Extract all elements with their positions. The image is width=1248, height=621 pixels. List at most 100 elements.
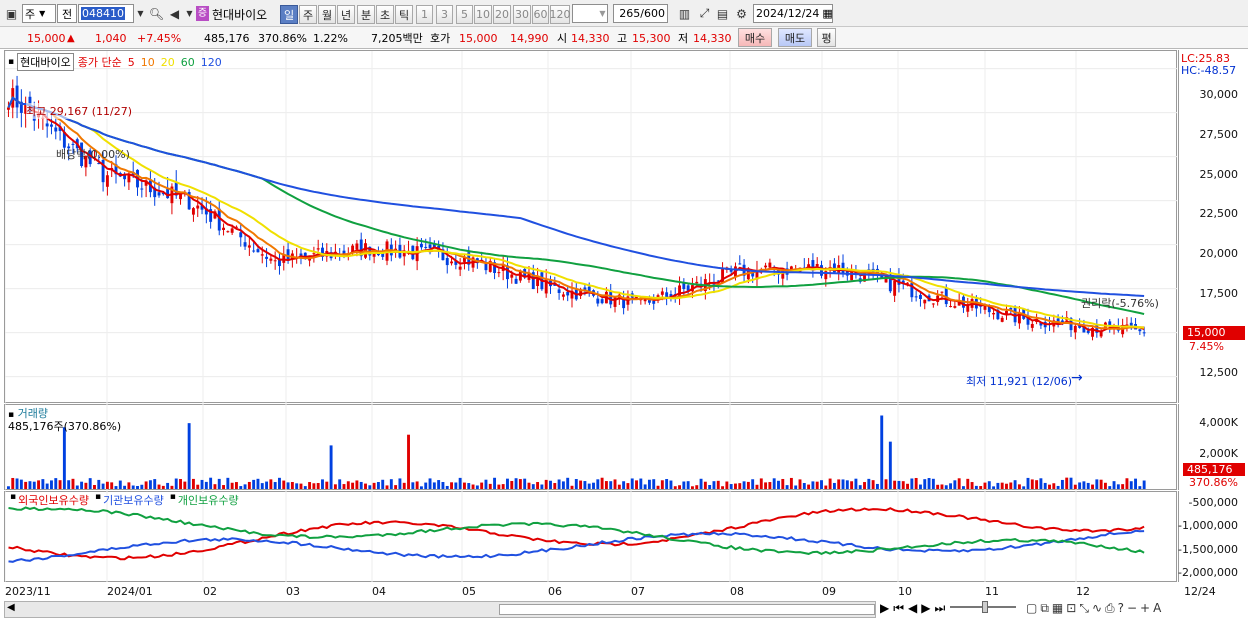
volume-bar bbox=[858, 485, 862, 489]
window-menu-icon[interactable]: ▣ bbox=[3, 4, 20, 23]
layout-icon[interactable]: ▢ bbox=[1026, 601, 1040, 615]
period-tab-1[interactable]: 주 bbox=[299, 5, 317, 24]
compare-icon[interactable]: ⧉ bbox=[1040, 601, 1052, 615]
volume-bar bbox=[553, 483, 557, 489]
calendar-icon[interactable]: ▦ bbox=[822, 7, 832, 20]
candle-type-icon[interactable]: ▥ bbox=[676, 4, 693, 23]
period-tab-5[interactable]: 초 bbox=[376, 5, 394, 24]
interval-button-10[interactable]: 10 bbox=[474, 5, 492, 24]
sell-button[interactable]: 매도 bbox=[778, 28, 812, 47]
volume-bar bbox=[1039, 478, 1043, 489]
draw-tool-icon[interactable]: ⤢ bbox=[696, 4, 713, 23]
period-tab-2[interactable]: 월 bbox=[318, 5, 336, 24]
interval-button-3[interactable]: 3 bbox=[436, 5, 453, 24]
holding-axis[interactable]: -500,000 -1,000,000 -1,500,000 -2,000,00… bbox=[1178, 491, 1248, 582]
volume-bar bbox=[290, 482, 294, 489]
scroll-left-icon[interactable]: ◀ bbox=[7, 602, 15, 613]
period-tab-0[interactable]: 일 bbox=[280, 5, 298, 24]
candle-body bbox=[893, 280, 897, 296]
zoom-in-icon[interactable]: + bbox=[1140, 601, 1153, 615]
volume-bar bbox=[992, 486, 996, 489]
settings-gear-icon[interactable]: ⚙ bbox=[733, 4, 750, 23]
volume-tick: 4,000K bbox=[1199, 416, 1238, 429]
dividend-note: 배당락(0.00%) bbox=[56, 148, 130, 161]
interval-button-20[interactable]: 20 bbox=[493, 5, 511, 24]
volume-bar bbox=[824, 485, 828, 489]
candle-body bbox=[609, 291, 613, 305]
volume-bar bbox=[789, 477, 793, 489]
buy-button[interactable]: 매수 bbox=[738, 28, 772, 47]
save-icon[interactable]: ▤ bbox=[714, 4, 731, 23]
zoom-out-icon[interactable]: − bbox=[1127, 601, 1140, 615]
interval-button-5[interactable]: 5 bbox=[456, 5, 473, 24]
pattern-icon[interactable]: ∿ bbox=[1092, 601, 1105, 615]
search-icon[interactable]: 🔍︎ bbox=[148, 4, 165, 23]
volume-bar bbox=[153, 479, 157, 489]
volume-bar bbox=[716, 480, 720, 489]
stock-badge: 증 bbox=[196, 6, 209, 21]
grid-icon[interactable]: ▦ bbox=[1052, 601, 1066, 615]
lock-icon[interactable]: ⊡ bbox=[1066, 601, 1079, 615]
text-tool-icon[interactable]: A bbox=[1153, 601, 1164, 615]
data-count-field[interactable]: 265/600 bbox=[613, 4, 668, 23]
interval-button-1[interactable]: 1 bbox=[416, 5, 433, 24]
holding-line-1 bbox=[8, 529, 1145, 563]
stock-code-input[interactable]: 048410 bbox=[78, 4, 134, 23]
chart-scrollbar[interactable]: ◀ bbox=[4, 601, 876, 618]
all-button[interactable]: 전 bbox=[57, 4, 77, 23]
holding-legend: ▪ 외국인보유수량 ▪ 기관보유수량 ▪ 개인보유수량 bbox=[8, 492, 243, 508]
volume-bar bbox=[639, 478, 643, 489]
interval-dropdown-icon[interactable]: ▼ bbox=[594, 4, 611, 23]
period-tab-4[interactable]: 분 bbox=[357, 5, 375, 24]
print-icon[interactable]: ⎙ bbox=[1105, 601, 1118, 615]
volume-axis[interactable]: 4,000K 2,000K 485,176 370.86% bbox=[1178, 404, 1248, 490]
price-axis[interactable]: LC:25.83 HC:-48.57 30,000 27,500 25,000 … bbox=[1178, 50, 1248, 403]
volume-bar bbox=[1082, 481, 1086, 489]
volume-bar bbox=[230, 482, 234, 489]
scroll-right-icon[interactable]: ▶ bbox=[880, 601, 893, 615]
volume-bar bbox=[389, 479, 393, 489]
candle-body bbox=[1138, 329, 1142, 332]
current-price: 15,000 bbox=[27, 31, 66, 45]
scroll-thumb[interactable] bbox=[499, 604, 875, 615]
candle-body bbox=[316, 248, 320, 250]
candle-body bbox=[1086, 330, 1090, 333]
volume-bar bbox=[983, 482, 987, 489]
eval-button[interactable]: 평 bbox=[817, 28, 836, 47]
help-icon[interactable]: ? bbox=[1118, 601, 1127, 615]
zoom-slider-handle[interactable] bbox=[982, 601, 988, 613]
volume-bar bbox=[1129, 481, 1133, 489]
interval-button-30[interactable]: 30 bbox=[513, 5, 531, 24]
next-page-icon[interactable]: ▶ bbox=[921, 601, 934, 615]
volume-bar bbox=[1000, 482, 1004, 489]
volume-bar bbox=[850, 481, 854, 489]
last-page-icon[interactable]: ⏭ bbox=[935, 601, 950, 615]
stock-name[interactable]: 현대바이오 bbox=[212, 6, 267, 23]
high-label: 고 bbox=[617, 32, 628, 45]
candle-body bbox=[226, 231, 230, 233]
period-tab-6[interactable]: 틱 bbox=[395, 5, 413, 24]
code-dropdown-icon[interactable]: ▼ bbox=[132, 4, 149, 23]
volume-bar bbox=[239, 486, 243, 489]
first-page-icon[interactable]: ⏮ bbox=[893, 601, 908, 615]
prev-page-icon[interactable]: ◀ bbox=[908, 601, 921, 615]
volume-bar bbox=[114, 486, 118, 489]
volume-bar bbox=[729, 484, 733, 489]
volume-bar bbox=[222, 485, 225, 489]
volume-bar bbox=[342, 484, 346, 489]
volume-bar bbox=[734, 483, 737, 489]
volume-bar bbox=[1112, 481, 1116, 489]
candle-body bbox=[428, 244, 432, 249]
volume-bar bbox=[845, 480, 849, 489]
volume-bar bbox=[161, 485, 165, 489]
period-tab-3[interactable]: 년 bbox=[337, 5, 355, 24]
volume-bar bbox=[570, 485, 574, 489]
volume-bar bbox=[940, 484, 944, 489]
candle-body bbox=[561, 294, 565, 297]
price-tick: 22,500 bbox=[1199, 207, 1239, 220]
interval-button-120[interactable]: 120 bbox=[550, 5, 571, 24]
trend-icon[interactable]: ⤡ bbox=[1079, 601, 1092, 615]
date-input[interactable]: 2024/12/24 ▦ bbox=[753, 4, 833, 23]
interval-button-60[interactable]: 60 bbox=[532, 5, 549, 24]
market-type-select[interactable]: 주 ▼ bbox=[22, 4, 56, 23]
